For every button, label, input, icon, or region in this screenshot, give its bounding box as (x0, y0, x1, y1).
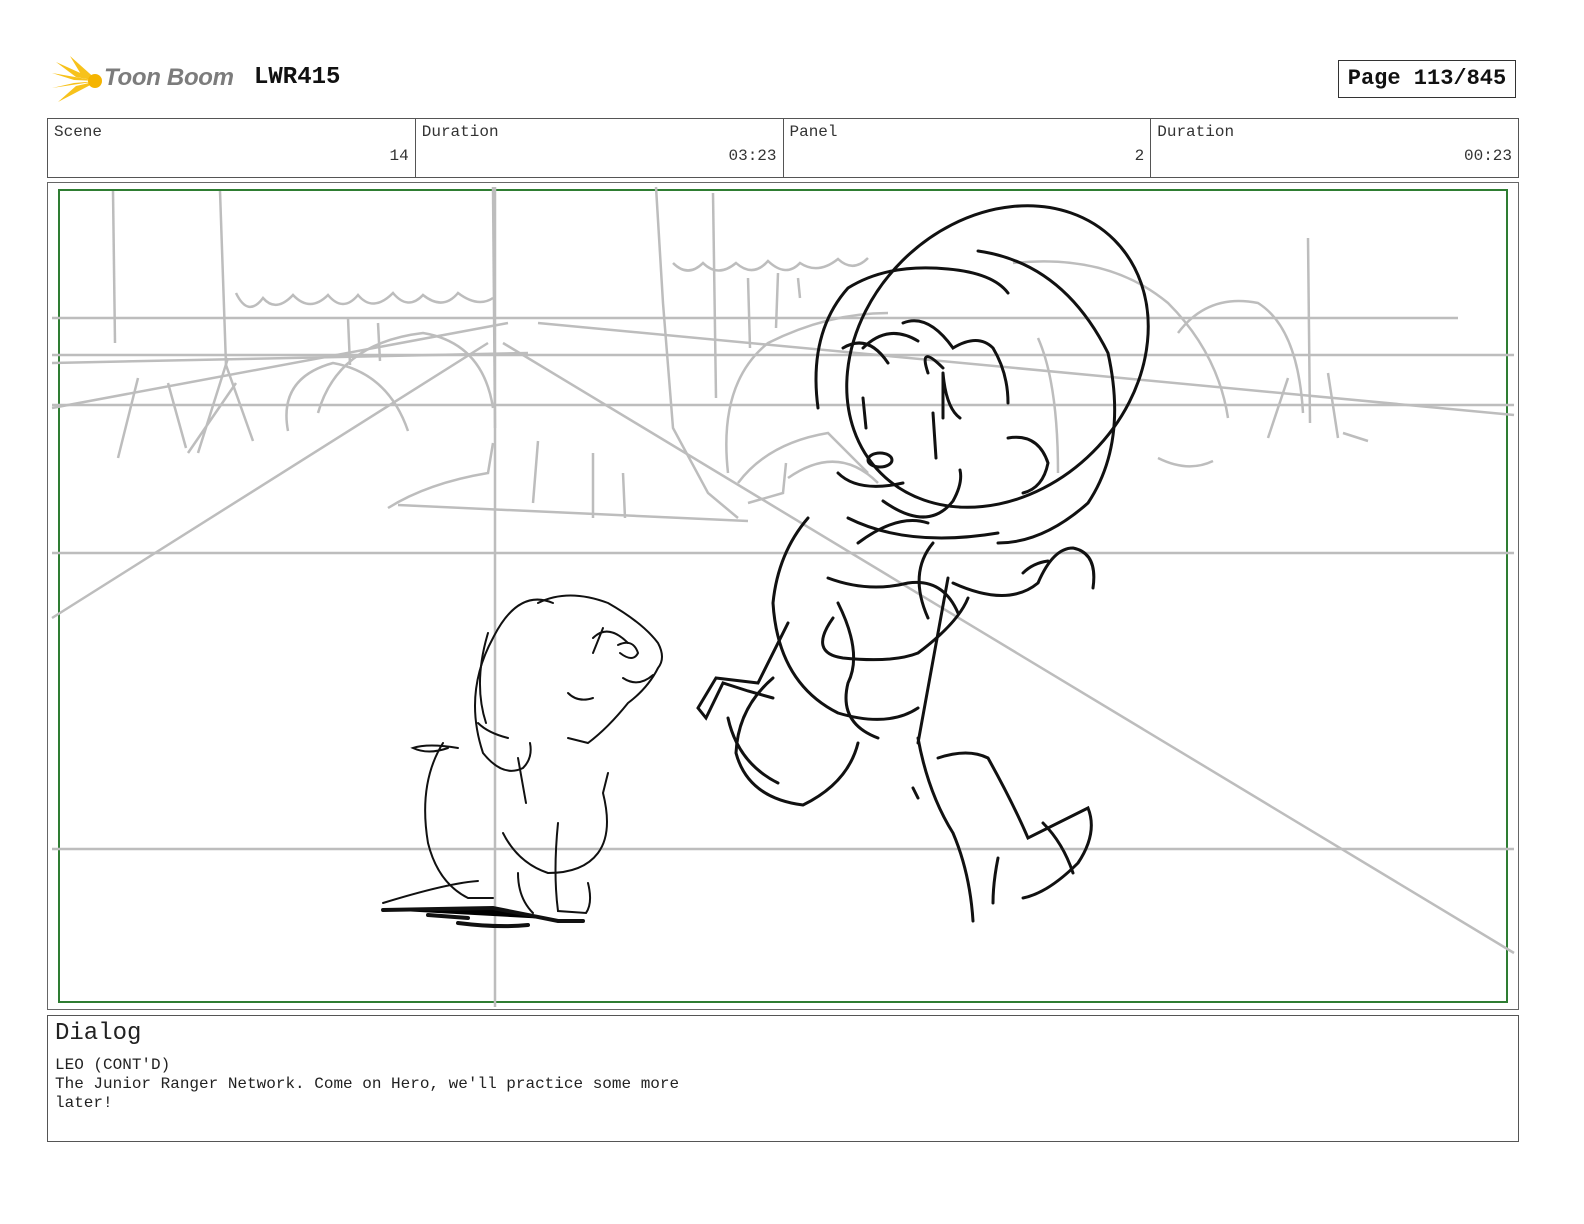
dialog-text: LEO (CONT'D) The Junior Ranger Network. … (55, 1056, 679, 1113)
dialog-title: Dialog (55, 1020, 142, 1047)
scene-duration-value: 03:23 (728, 147, 777, 165)
storyboard-panel (47, 182, 1519, 1010)
panel-value: 2 (1134, 147, 1145, 165)
background-sketch (51, 186, 1515, 1007)
dog-shadow (381, 905, 585, 929)
scene-value: 14 (389, 147, 409, 165)
panel-duration-label: Duration (1157, 123, 1235, 141)
scene-label: Scene (54, 123, 103, 141)
safe-area-frame (58, 189, 1508, 1003)
starburst-icon (52, 56, 102, 102)
toon-boom-logo: Toon Boom (52, 56, 242, 106)
panel-duration-cell: Duration 00:23 (1151, 119, 1518, 177)
dialog-line-2: later! (55, 1094, 113, 1112)
dog-character (382, 594, 663, 915)
page-number: Page 113/845 (1338, 60, 1516, 98)
logo-text: Toon Boom (104, 64, 234, 91)
dialog-box: Dialog LEO (CONT'D) The Junior Ranger Ne… (47, 1015, 1519, 1142)
dialog-line-1: The Junior Ranger Network. Come on Hero,… (55, 1075, 680, 1093)
scene-duration-label: Duration (421, 123, 499, 141)
dialog-speaker: LEO (CONT'D) (55, 1056, 171, 1074)
panel-sketch (51, 186, 1515, 1007)
project-code: LWR415 (254, 64, 341, 91)
panel-label: Panel (789, 123, 838, 141)
scene-cell: Scene 14 (48, 119, 416, 177)
scene-duration-cell: Duration 03:23 (416, 119, 784, 177)
panel-duration-value: 00:23 (1463, 147, 1512, 165)
panel-cell: Panel 2 (784, 119, 1152, 177)
scene-info-table: Scene 14 Duration 03:23 Panel 2 Duration… (47, 118, 1519, 178)
